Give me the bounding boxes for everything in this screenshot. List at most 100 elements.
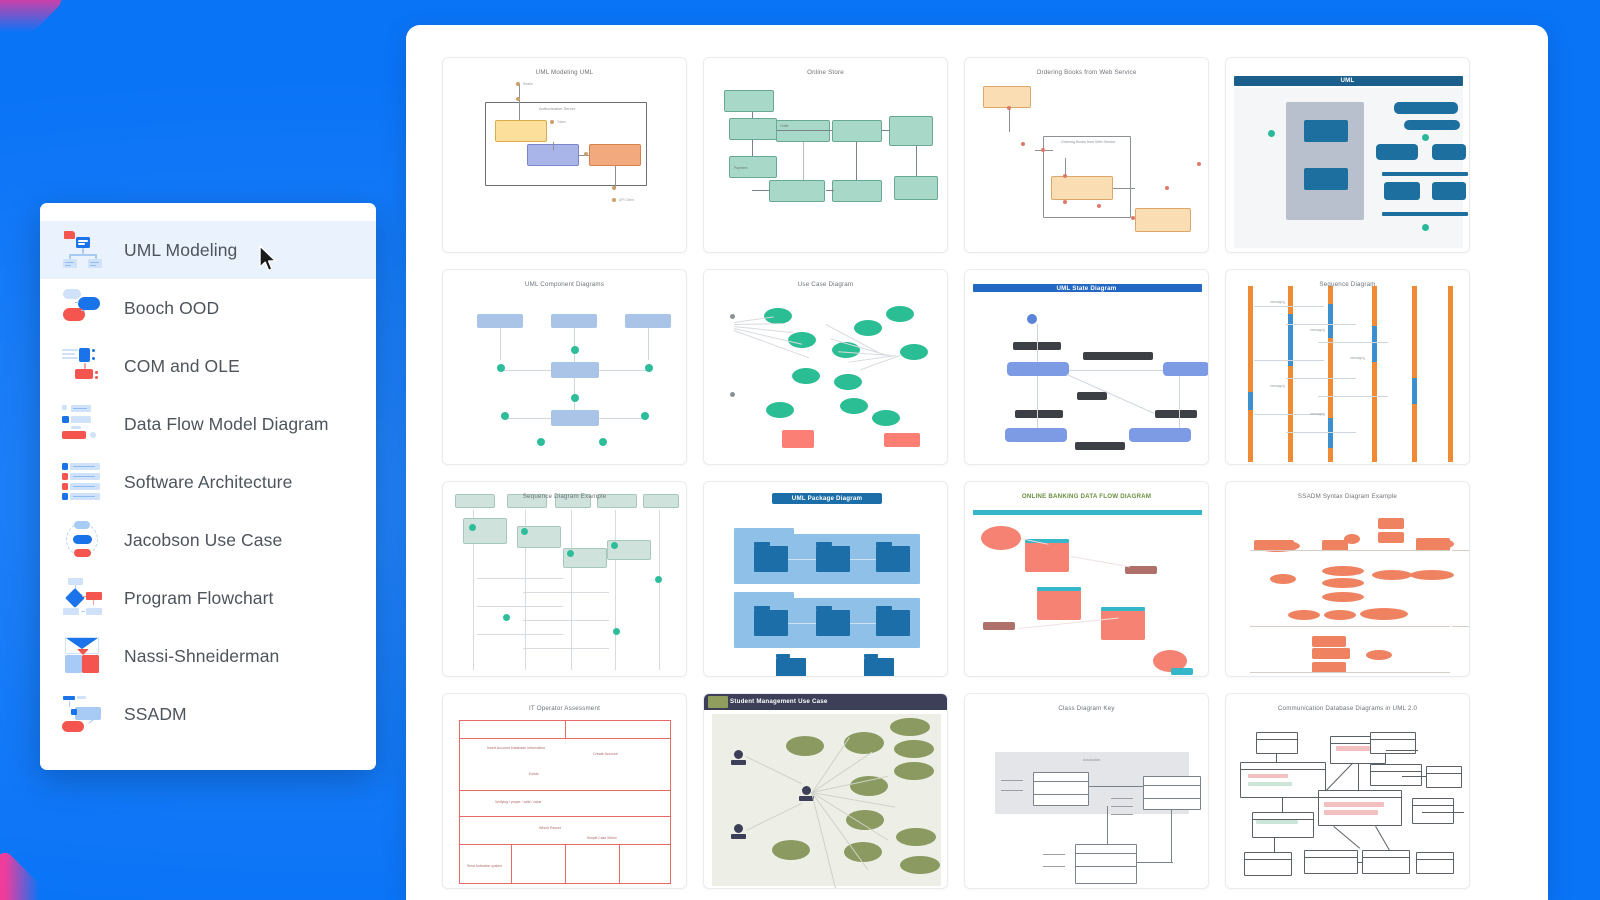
thumb-dot (613, 628, 620, 635)
menu-item-jacobson-use-case[interactable]: Jacobson Use Case (40, 511, 376, 569)
template-card[interactable]: Insert Account Database Information Creat… (442, 693, 687, 889)
template-title: Student Management Use Case (730, 698, 828, 705)
thumb-node (816, 546, 850, 572)
thumb-node (551, 410, 599, 426)
thumb-node (1075, 442, 1125, 450)
template-card[interactable]: ONLINE BANKING DATA FLOW DIAGRAM (964, 481, 1209, 677)
template-card[interactable]: Order Payment Online Store (703, 57, 948, 253)
thumb-dot (611, 542, 618, 549)
thumb-ellipse (772, 840, 810, 860)
thumb-label: Send Activation system (467, 864, 503, 868)
thumb-connector (1009, 108, 1010, 132)
template-thumbnail: Ordering Books from Web Service Ordering … (965, 58, 1208, 252)
thumb-ellipse (786, 736, 824, 756)
menu-item-label: Nassi-Shneiderman (124, 645, 280, 666)
thumb-dot (497, 364, 505, 372)
menu-item-com-and-ole[interactable]: COM and OLE (40, 337, 376, 395)
thumb-connector (1089, 786, 1143, 787)
thumb-connector (1375, 826, 1390, 851)
thumb-connector (1412, 805, 1454, 806)
thumb-node (1256, 820, 1298, 824)
template-card[interactable]: UML State Diagram (964, 269, 1209, 465)
thumb-connector (1075, 866, 1137, 867)
template-card[interactable]: message() message() message() message() mess… (1225, 269, 1470, 465)
thumb-ellipse (981, 526, 1021, 550)
thumb-node (1378, 518, 1404, 529)
thumb-connector (500, 328, 501, 360)
template-card[interactable]: Use Case Diagram (703, 269, 948, 465)
thumb-ellipse (840, 398, 868, 414)
template-card[interactable]: Authorization Server Realm Token API Client… (442, 57, 687, 253)
thumb-node (1252, 812, 1314, 838)
thumb-node (876, 546, 910, 572)
template-thumbnail: UML (1226, 58, 1469, 252)
thumb-connector (1318, 797, 1402, 798)
template-thumbnail: Order Payment Online Store (704, 58, 947, 252)
menu-item-program-flowchart[interactable]: Program Flowchart (40, 569, 376, 627)
menu-item-software-architecture[interactable]: Software Architecture (40, 453, 376, 511)
template-thumbnail: Insert Account Database Information Creat… (443, 694, 686, 888)
menu-item-booch-ood[interactable]: Booch OOD (40, 279, 376, 337)
thumb-connector (1043, 866, 1065, 867)
template-thumbnail: ONLINE BANKING DATA FLOW DIAGRAM (965, 482, 1208, 676)
thumb-connector (1107, 806, 1108, 844)
thumb-node (1143, 776, 1201, 810)
thumb-dot (655, 576, 662, 583)
thumb-node (1288, 286, 1293, 462)
thumb-node (1416, 852, 1454, 874)
thumb-connector (659, 510, 660, 670)
thumb-node (731, 760, 746, 765)
menu-item-label: Software Architecture (124, 471, 293, 492)
template-title: SSADM Syntax Diagram Example (1297, 493, 1398, 500)
thumb-ellipse (834, 374, 862, 390)
thumb-ellipse (1410, 570, 1454, 580)
thumb-ellipse (1366, 650, 1392, 660)
thumb-dot (599, 438, 607, 446)
menu-item-ssadm[interactable]: SSADM (40, 685, 376, 743)
menu-item-uml-modeling[interactable]: UML Modeling (40, 221, 376, 279)
thumb-connector (752, 112, 753, 118)
thumb-node (754, 542, 771, 546)
thumb-node (864, 658, 894, 676)
thumb-node (495, 120, 547, 142)
thumb-connector (1370, 739, 1416, 740)
thumb-connector (1386, 750, 1418, 751)
template-thumbnail: Sequence Diagram Example (443, 482, 686, 676)
menu-item-label: UML Modeling (124, 239, 238, 260)
thumb-dot (469, 524, 476, 531)
template-card[interactable]: Association Class Diagram Key (964, 693, 1209, 889)
menu-item-nassi-shneiderman[interactable]: Nassi-Shneiderman (40, 627, 376, 685)
thumb-node (983, 86, 1031, 108)
template-thumbnail: Use Case Diagram (704, 270, 947, 464)
thumb-label: message() (1270, 300, 1286, 304)
thumb-dot (1165, 186, 1170, 191)
thumb-dot (503, 614, 510, 621)
thumb-label: message() (1310, 412, 1326, 416)
template-card[interactable]: SSADM Syntax Diagram Example (1225, 481, 1470, 677)
thumb-connector (1037, 324, 1038, 362)
template-card[interactable]: UML (1225, 57, 1470, 253)
template-card[interactable]: Communication Database Diagrams in UML 2… (1225, 693, 1470, 889)
thumb-ellipse (900, 344, 928, 360)
template-card[interactable]: Ordering Books from Web Service Ordering … (964, 57, 1209, 253)
thumb-node (1412, 378, 1417, 404)
thumb-connector (574, 328, 575, 362)
thumb-connector (1113, 188, 1135, 189)
thumb-node (1372, 286, 1377, 462)
template-card[interactable]: Sequence Diagram Example (442, 481, 687, 677)
template-card[interactable]: UML Component Diagrams (442, 269, 687, 465)
thumb-dot (1422, 224, 1429, 231)
thumb-node (724, 90, 774, 112)
thumb-connector (1318, 396, 1388, 397)
thumb-connector (459, 738, 671, 739)
menu-item-data-flow-model-diagram[interactable]: Data Flow Model Diagram (40, 395, 376, 453)
template-card[interactable]: Student Management Use Case (703, 693, 948, 889)
thumb-connector (1069, 370, 1163, 371)
thumb-connector (1326, 762, 1353, 791)
thumb-dot (571, 346, 579, 354)
diagram-category-menu[interactable]: UML Modeling Booch OOD COM and OLE Data … (40, 203, 376, 770)
thumb-ellipse (1288, 610, 1320, 620)
thumb-connector (519, 84, 520, 120)
thumb-node (1376, 144, 1418, 160)
template-card[interactable]: UML Package Diagram (703, 481, 948, 677)
